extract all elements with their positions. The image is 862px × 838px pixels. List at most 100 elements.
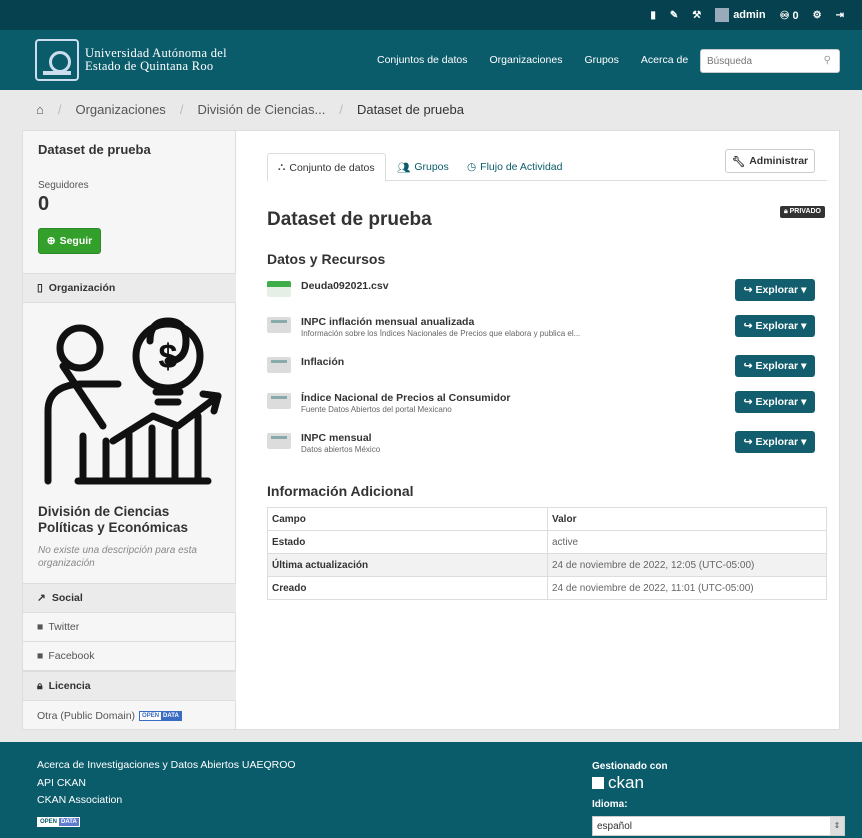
breadcrumb: ⌂ / Organizaciones / División de Ciencia… [22,90,840,129]
follow-label: Seguir [59,235,93,247]
tab-activity[interactable]: ◷ Flujo de Actividad [457,153,572,181]
explore-label: Explorar [755,284,799,296]
license-text[interactable]: Otra (Public Domain) [37,710,135,722]
sitemap-icon: ⛬ [278,161,286,173]
user-link[interactable]: admin [715,8,766,22]
gavel-icon[interactable]: ⚒ [692,10,701,21]
home-icon[interactable]: ⌂ [36,102,44,117]
tab-groups[interactable]: 👥︎ Grupos [387,153,459,181]
caret-updown-icon: ⇕ [830,817,844,835]
resource-name[interactable]: INPC mensual [301,432,372,444]
manage-button[interactable]: 🔧︎ Administrar [725,149,815,173]
organization-description: No existe una descripción para esta orga… [38,545,197,569]
avatar [715,8,730,22]
language-label: Idioma: [592,799,628,810]
site-title-line2: Estado de Quintana Roo [85,59,214,73]
follow-button[interactable]: ⊕ Seguir [38,228,101,254]
resource-name[interactable]: INPC inflación mensual anualizada [301,316,474,328]
site-footer: Acerca de Investigaciones y Datos Abiert… [0,742,862,838]
footer-badge-open: OPEN [38,818,60,826]
social-heading: ↗ Social [23,583,236,613]
footer-link-api[interactable]: API CKAN [37,775,296,793]
main-nav: Conjuntos de datos Organizaciones Grupos… [377,54,688,66]
activity-stream[interactable]: ♾ 0 [780,9,799,22]
explore-button[interactable]: ↪ Explorar ▾ [735,315,815,337]
facebook-icon: ■ [37,650,44,662]
breadcrumb-organization[interactable]: División de Ciencias... [197,102,325,117]
search-box: ⚲ [700,49,840,73]
organization-logo-image[interactable]: $ [38,316,223,486]
share-icon: ↗ [37,592,46,604]
resource-name[interactable]: Deuda092021.csv [301,280,389,292]
powered-by-label: Gestionado con [592,761,668,772]
file-icon [267,357,291,373]
resource-name[interactable]: Inflación [301,356,344,368]
search-input[interactable] [707,51,817,71]
organization-name[interactable]: División de Ciencias Políticas y Económi… [38,504,228,536]
twitter-icon: ■ [37,621,44,633]
table-cell-field: Creado [267,576,548,600]
language-value: español [597,821,633,832]
nav-groups[interactable]: Grupos [584,54,618,66]
license-heading-label: Licencia [48,680,91,692]
caret-down-icon: ▾ [801,436,807,448]
explore-button[interactable]: ↪ Explorar ▾ [735,355,815,377]
account-items: ▮ ✎ ⚒ admin ♾ 0 ⚙ ⇥ [650,8,844,22]
file-icon [267,317,291,333]
facebook-link[interactable]: ■ Facebook [23,642,236,671]
table-cell-value: 24 de noviembre de 2022, 12:05 (UTC-05:0… [547,553,827,577]
footer-link-about[interactable]: Acerca de Investigaciones y Datos Abiert… [37,757,296,775]
ckan-wordmark: ckan [608,773,644,792]
sidebar: Dataset de prueba Seguidores 0 ⊕ Seguir … [23,131,236,729]
university-seal-icon [35,39,79,81]
nav-organizations[interactable]: Organizaciones [489,54,562,66]
footer-open-data-badge[interactable]: OPEN DATA [37,817,80,827]
table-cell-value: active [547,530,827,554]
resource-description: Información sobre los Índices Nacionales… [301,329,581,338]
breadcrumb-organizations[interactable]: Organizaciones [75,102,165,117]
language-select[interactable]: español ⇕ [592,816,845,836]
edit-icon[interactable]: ✎ [670,10,678,21]
resource-item: Índice Nacional de Precios al Consumidor… [267,391,827,423]
nav-datasets[interactable]: Conjuntos de datos [377,54,467,66]
footer-link-ckan-association[interactable]: CKAN Association [37,792,296,810]
twitter-link[interactable]: ■ Twitter [23,613,236,642]
share-icon: ↪ [743,284,753,296]
activity-count: 0 [792,9,799,22]
users-icon: 👥︎ [397,161,411,174]
dashboard-icon[interactable]: ▮ [650,10,656,21]
explore-button[interactable]: ↪ Explorar ▾ [735,431,815,453]
explore-label: Explorar [755,360,799,372]
settings-icon[interactable]: ⚙ [813,10,822,21]
share-icon: ↪ [743,360,753,372]
resource-item: Deuda092021.csv ↪ Explorar ▾ [267,279,827,311]
table-header-row: Campo Valor [267,507,827,531]
table-cell-value: 24 de noviembre de 2022, 11:01 (UTC-05:0… [547,576,827,600]
tab-activity-label: Flujo de Actividad [480,161,563,173]
site-logo[interactable]: Universidad Autónoma del Estado de Quint… [35,39,227,81]
explore-button[interactable]: ↪ Explorar ▾ [735,391,815,413]
explore-button[interactable]: ↪ Explorar ▾ [735,279,815,301]
ckan-mark-icon [592,777,604,789]
search-icon[interactable]: ⚲ [824,55,831,66]
open-data-badge-data: DATA [161,712,181,720]
breadcrumb-dataset[interactable]: Dataset de prueba [357,102,464,117]
file-icon [267,393,291,409]
content-wrapper: Dataset de prueba Seguidores 0 ⊕ Seguir … [22,130,840,730]
masthead: Universidad Autónoma del Estado de Quint… [0,30,862,90]
table-cell-field: Estado [267,530,548,554]
tab-dataset-label: Conjunto de datos [289,161,375,174]
ckan-logo[interactable]: ckan [592,773,644,793]
caret-down-icon: ▾ [801,396,807,408]
column-header-value: Valor [547,507,827,531]
open-data-badge[interactable]: OPEN DATA [139,711,182,721]
twitter-label: Twitter [48,621,80,633]
caret-down-icon: ▾ [801,360,807,372]
share-icon: ↪ [743,320,753,332]
plus-circle-icon: ⊕ [46,235,56,247]
nav-about[interactable]: Acerca de [641,54,688,66]
tab-dataset[interactable]: ⛬ Conjunto de datos [267,153,386,182]
logout-icon[interactable]: ⇥ [836,10,844,21]
resource-name[interactable]: Índice Nacional de Precios al Consumidor [301,392,510,404]
column-header-field: Campo [267,507,548,531]
